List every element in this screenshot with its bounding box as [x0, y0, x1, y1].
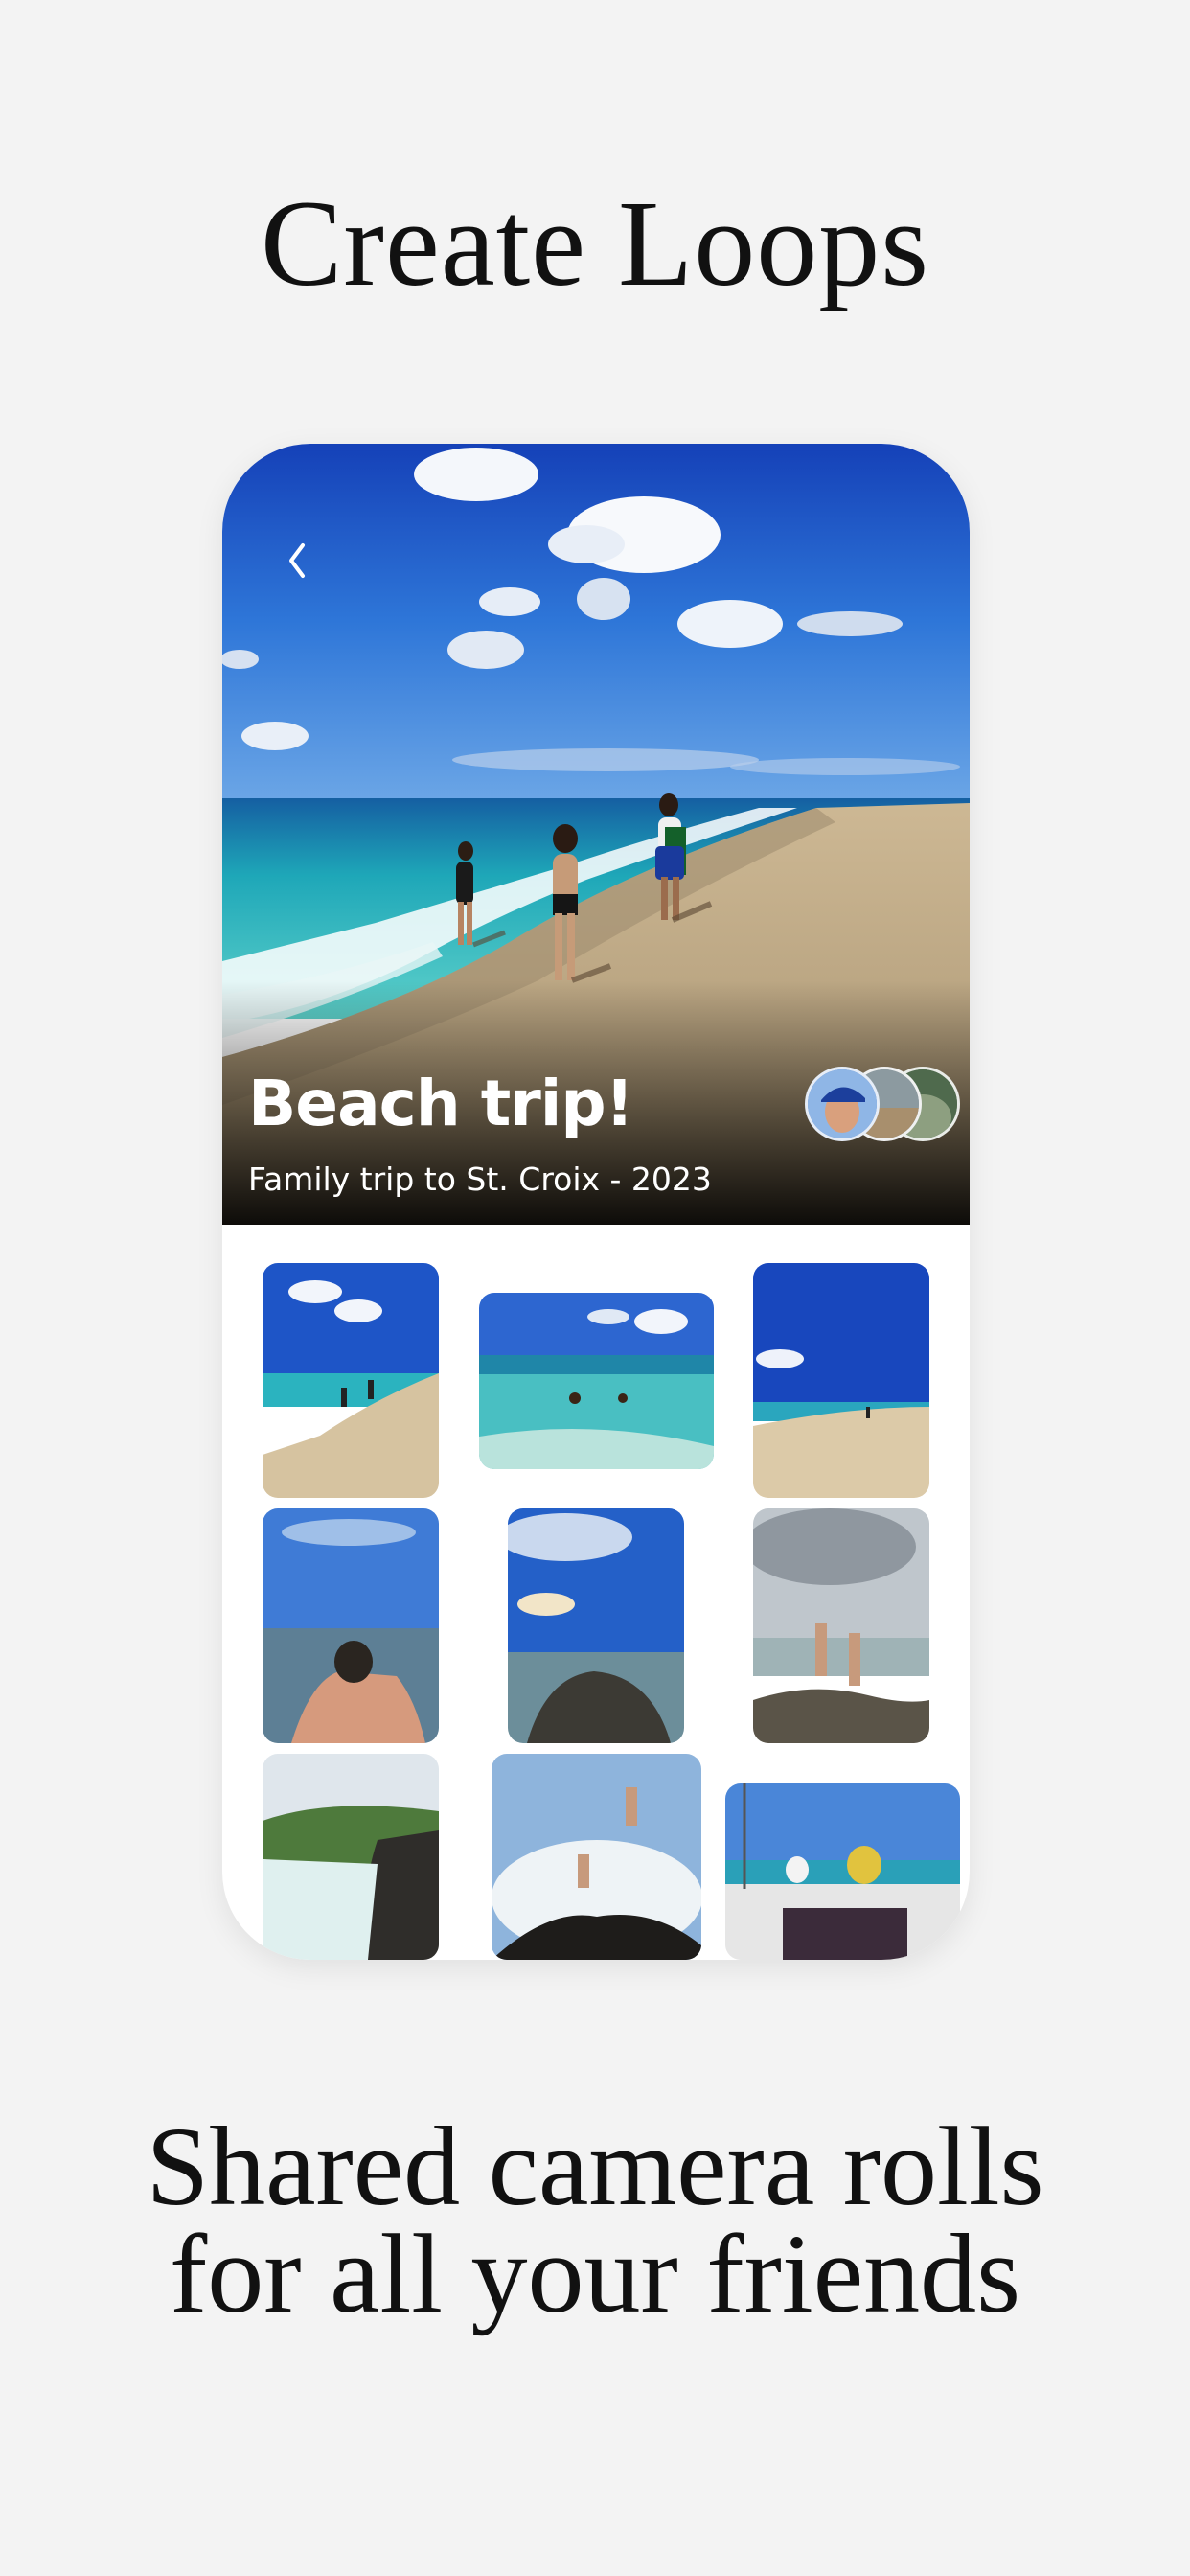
photo-thumbnail[interactable] [263, 1754, 439, 1960]
photo-thumbnail[interactable] [508, 1508, 684, 1743]
photo-thumbnail[interactable] [753, 1508, 929, 1743]
avatar[interactable] [805, 1067, 880, 1141]
album-cover-photo: Beach trip! Family trip to St. Croix - 2… [222, 444, 970, 1225]
caption-line-1: Shared camera rolls [146, 2104, 1044, 2229]
album-title: Beach trip! [248, 1067, 634, 1140]
photo-thumbnail[interactable] [725, 1783, 960, 1960]
phone-mockup: Beach trip! Family trip to St. Croix - 2… [222, 444, 970, 1960]
member-avatars[interactable] [805, 1067, 960, 1141]
caption: Shared camera rolls for all your friends [0, 2104, 1190, 2336]
photo-thumbnail[interactable] [263, 1263, 439, 1498]
album-subtitle: Family trip to St. Croix - 2023 [248, 1161, 712, 1198]
back-button[interactable] [270, 532, 328, 589]
headline: Create Loops [261, 175, 929, 311]
caption-line-2: for all your friends [170, 2211, 1020, 2336]
photo-thumbnail[interactable] [492, 1754, 701, 1960]
chevron-left-icon [289, 543, 305, 578]
photo-thumbnail[interactable] [479, 1293, 714, 1469]
photo-thumbnail[interactable] [753, 1263, 929, 1498]
photo-thumbnail[interactable] [263, 1508, 439, 1743]
